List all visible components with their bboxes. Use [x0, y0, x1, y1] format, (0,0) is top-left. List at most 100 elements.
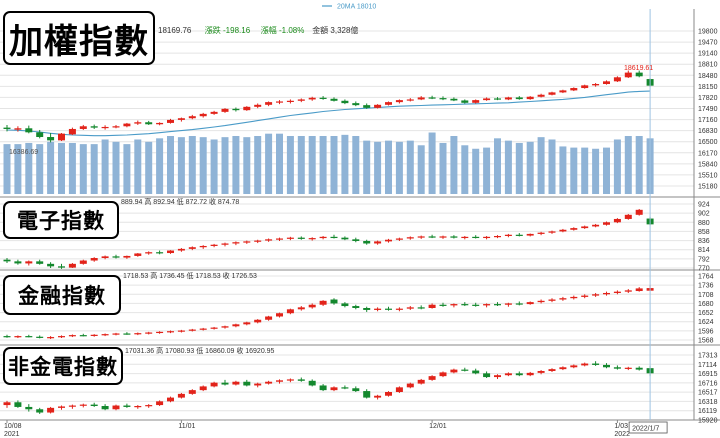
candlestick	[472, 304, 480, 306]
candlestick	[14, 261, 22, 264]
candlestick	[156, 401, 164, 406]
candlestick	[341, 303, 349, 307]
candlestick	[79, 126, 87, 129]
candlestick	[145, 332, 153, 334]
candlestick	[428, 97, 436, 99]
candlestick	[526, 96, 534, 100]
volume-bar	[483, 147, 491, 194]
candlestick	[395, 308, 403, 310]
volume-bar	[537, 137, 545, 194]
candlestick	[177, 118, 185, 120]
candlestick	[25, 128, 33, 133]
volume-bar	[504, 140, 512, 194]
candlestick	[472, 236, 480, 239]
y-tick-label: 792	[698, 256, 710, 263]
volume-bar	[548, 139, 556, 194]
y-tick-label: 902	[698, 211, 710, 218]
candlestick	[526, 302, 534, 305]
candlestick	[68, 405, 76, 407]
y-tick-label: 814	[698, 247, 710, 254]
candlestick	[243, 241, 251, 243]
candlestick	[603, 222, 610, 225]
candlestick	[635, 367, 643, 370]
candlestick	[537, 94, 545, 97]
candlestick	[134, 406, 142, 408]
volume-bar	[123, 144, 131, 194]
candlestick	[406, 237, 414, 239]
candlestick	[613, 291, 621, 293]
volume-bar	[177, 137, 185, 194]
y-tick-label: 16170	[698, 150, 718, 157]
candlestick	[232, 324, 240, 327]
electronics-info: 889.94 高 892.94 低 872.72 收 874.78	[121, 197, 239, 206]
candlestick	[243, 322, 251, 325]
candlestick	[68, 128, 76, 135]
volume-bar	[428, 132, 436, 194]
candlestick	[47, 337, 55, 339]
candlestick	[352, 388, 360, 392]
candlestick	[25, 406, 33, 410]
volume-bar	[395, 141, 403, 194]
candlestick	[526, 233, 534, 236]
candlestick	[559, 298, 567, 300]
candlestick	[286, 100, 294, 102]
volume-bar	[68, 142, 76, 194]
candlestick	[406, 99, 414, 101]
candlestick	[483, 236, 491, 239]
candlestick	[439, 98, 447, 100]
candlestick	[243, 381, 251, 386]
candlestick	[134, 333, 142, 335]
candlestick	[90, 126, 98, 128]
volume-bar	[559, 146, 567, 194]
candlestick	[276, 101, 283, 103]
candlestick	[352, 103, 360, 106]
ma-legend-label: 20MA 18010	[337, 4, 376, 11]
candlestick	[286, 309, 294, 314]
candlestick	[90, 404, 98, 407]
candlestick	[483, 373, 491, 378]
volume-bar	[635, 136, 643, 194]
candlestick	[428, 236, 436, 238]
candlestick	[58, 406, 65, 408]
x-tick-label: 1/03	[614, 423, 628, 430]
candlestick	[319, 97, 327, 99]
candlestick	[385, 392, 392, 396]
volume-bar	[515, 142, 523, 194]
candlestick	[385, 308, 392, 310]
candlestick	[581, 295, 589, 297]
candlestick	[79, 404, 87, 406]
candlestick	[297, 99, 305, 101]
candlestick	[286, 379, 294, 381]
y-tick-label: 17313	[698, 353, 718, 360]
non-finance-electronics-info: 17031.36 高 17080.93 低 16860.09 收 16920.9…	[125, 346, 275, 355]
candlestick	[134, 253, 142, 256]
volume-bar	[406, 140, 414, 194]
candlestick	[461, 304, 469, 306]
candlestick	[548, 231, 556, 233]
candlestick	[537, 232, 545, 234]
candlestick	[221, 326, 229, 328]
candlestick	[58, 133, 65, 141]
volume-bar	[188, 136, 196, 194]
candlestick	[177, 330, 185, 332]
candlestick	[494, 304, 501, 306]
candlestick	[624, 367, 632, 369]
candlestick	[265, 381, 273, 384]
volume-bar	[134, 139, 142, 194]
y-tick-label: 1680	[698, 301, 714, 308]
candlestick	[417, 97, 425, 100]
candlestick	[526, 372, 534, 376]
candlestick	[363, 240, 371, 244]
candlestick	[36, 261, 44, 264]
candlestick	[624, 72, 632, 78]
y-tick-label: 18810	[698, 62, 718, 69]
candlestick	[156, 252, 164, 254]
candlestick	[330, 236, 338, 239]
y-tick-label: 17490	[698, 106, 718, 113]
candlestick	[188, 329, 196, 331]
candlestick	[276, 313, 283, 317]
candlestick	[330, 299, 338, 304]
candlestick	[341, 387, 349, 389]
candlestick	[177, 248, 185, 251]
y-tick-label: 16915	[698, 371, 718, 378]
